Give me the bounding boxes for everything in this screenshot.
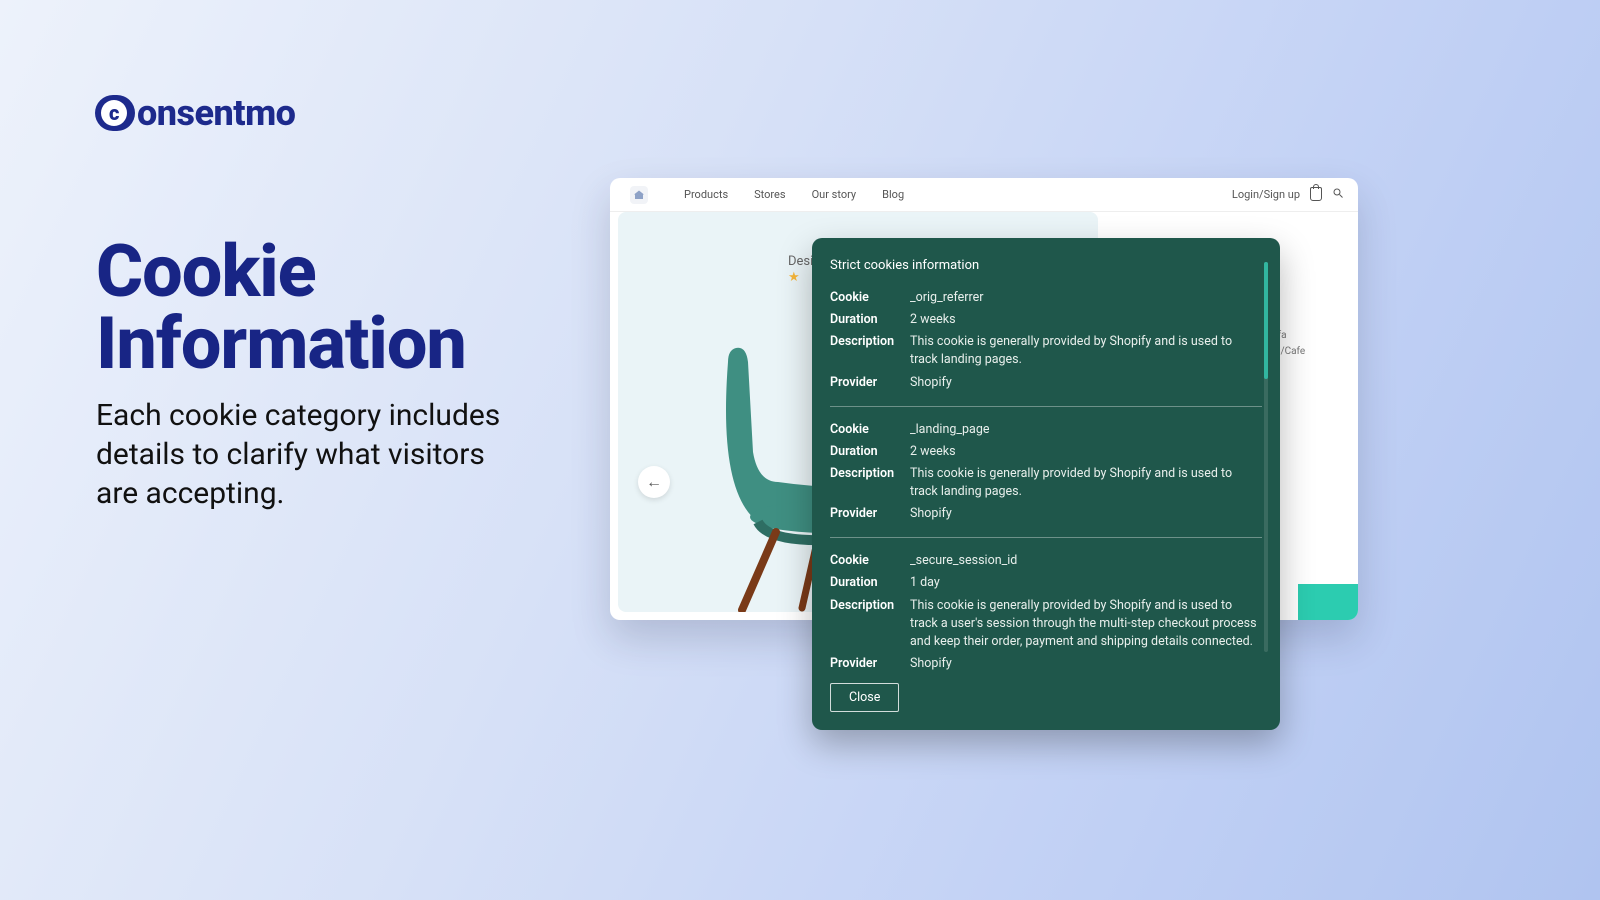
home-icon[interactable] [630,186,648,204]
accent-strip [1298,584,1358,620]
divider [830,537,1262,538]
browser-topbar: Products Stores Our story Blog Login/Sig… [610,178,1358,212]
cookie-entry: Cookie_orig_referrer Duration2 weeks Des… [830,287,1262,394]
label-duration: Duration [830,574,904,592]
modal-title: Strict cookies information [830,258,1262,273]
page-title-line2: Information [96,301,466,386]
nav-our-story[interactable]: Our story [812,188,857,201]
cookie-entry: Cookie_landing_page Duration2 weeks Desc… [830,419,1262,526]
nav-products[interactable]: Products [684,188,728,201]
modal-scrollbar-thumb[interactable] [1264,262,1268,379]
label-cookie: Cookie [830,289,904,307]
brand-name: onsentmo [137,92,295,134]
page-title: Cookie Information [96,236,466,380]
cookie-duration: 2 weeks [904,311,1262,329]
label-duration: Duration [830,443,904,461]
cookie-entry: Cookie_secure_session_id Duration1 day D… [830,550,1262,675]
search-icon[interactable] [1332,187,1344,202]
page-subcopy: Each cookie category includes details to… [96,396,516,513]
carousel-prev-button[interactable]: ← [638,466,670,498]
modal-scrollbar[interactable] [1264,262,1268,652]
label-cookie: Cookie [830,552,904,570]
label-cookie: Cookie [830,421,904,439]
cookie-description: This cookie is generally provided by Sho… [904,465,1262,501]
divider [830,406,1262,407]
brand-logo: c onsentmo [95,92,295,134]
label-provider: Provider [830,505,904,523]
label-provider: Provider [830,655,904,673]
nav-blog[interactable]: Blog [882,188,904,201]
label-description: Description [830,597,904,651]
cookie-name: _secure_session_id [904,552,1262,570]
browser-nav: Products Stores Our story Blog [684,188,904,201]
label-duration: Duration [830,311,904,329]
label-provider: Provider [830,374,904,392]
cookie-description: This cookie is generally provided by Sho… [904,597,1262,651]
label-description: Description [830,333,904,369]
login-link[interactable]: Login/Sign up [1232,188,1300,201]
cookie-provider: Shopify [904,505,1262,523]
cookie-info-modal: Strict cookies information Cookie_orig_r… [812,238,1280,730]
cookie-provider: Shopify [904,374,1262,392]
brand-mark: c [95,95,135,131]
brand-c-icon: c [101,100,127,126]
cookie-provider: Shopify [904,655,1262,673]
cookie-name: _orig_referrer [904,289,1262,307]
bag-icon[interactable] [1310,187,1322,201]
cookie-duration: 1 day [904,574,1262,592]
rating-stars-icon: ★ [788,270,802,285]
nav-stores[interactable]: Stores [754,188,785,201]
label-description: Description [830,465,904,501]
cookie-name: _landing_page [904,421,1262,439]
cookie-duration: 2 weeks [904,443,1262,461]
cookie-description: This cookie is generally provided by Sho… [904,333,1262,369]
close-button[interactable]: Close [830,683,899,712]
